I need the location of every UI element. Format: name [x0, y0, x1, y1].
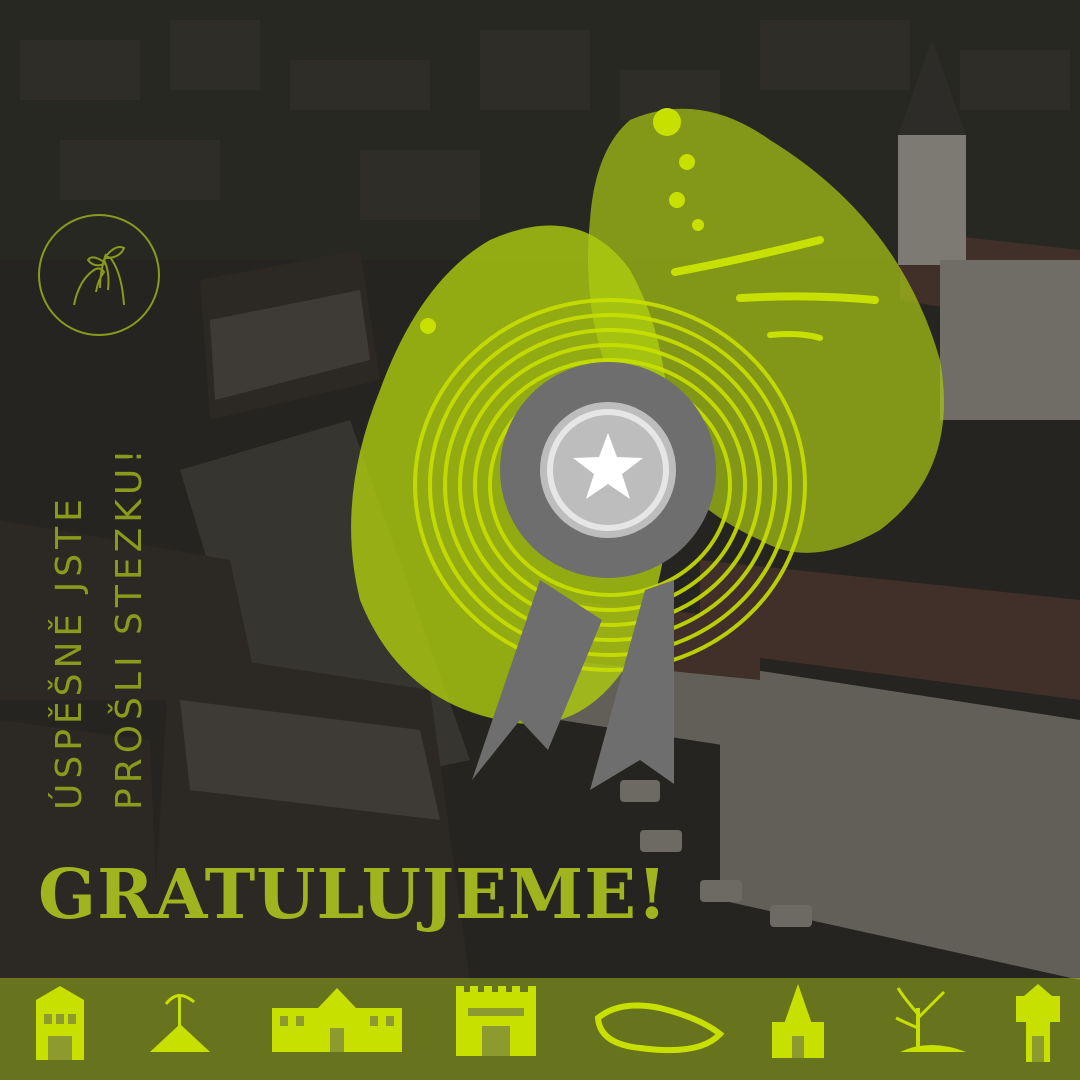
chateau-icon: [272, 988, 402, 1052]
church-icon: [772, 984, 824, 1058]
landmark-icon-band: [0, 978, 1080, 1080]
success-message-line1: ÚSPĚŠNĚ JSTE: [49, 494, 90, 810]
townhouse-icon: [36, 986, 84, 1060]
headline-congratulations: GRATULUJEME!: [38, 855, 668, 935]
pond-icon: [594, 1002, 725, 1054]
hands-with-sprout-icon: [38, 214, 160, 336]
landmark-icons: [36, 984, 1060, 1062]
success-message: ÚSPĚŠNĚ JSTE PROŠLI STEZKU!: [40, 444, 160, 810]
castle-gate-icon: [456, 986, 536, 1056]
water-tower-icon: [1016, 984, 1060, 1062]
bare-tree-icon: [895, 987, 966, 1052]
star-medal-icon: [351, 108, 944, 790]
graphic-canvas: ÚSPĚŠNĚ JSTE PROŠLI STEZKU! GRATULUJEME!: [0, 0, 1080, 1080]
success-message-line2: PROŠLI STEZKU!: [109, 444, 150, 810]
tree-on-hill-icon: [150, 994, 210, 1052]
